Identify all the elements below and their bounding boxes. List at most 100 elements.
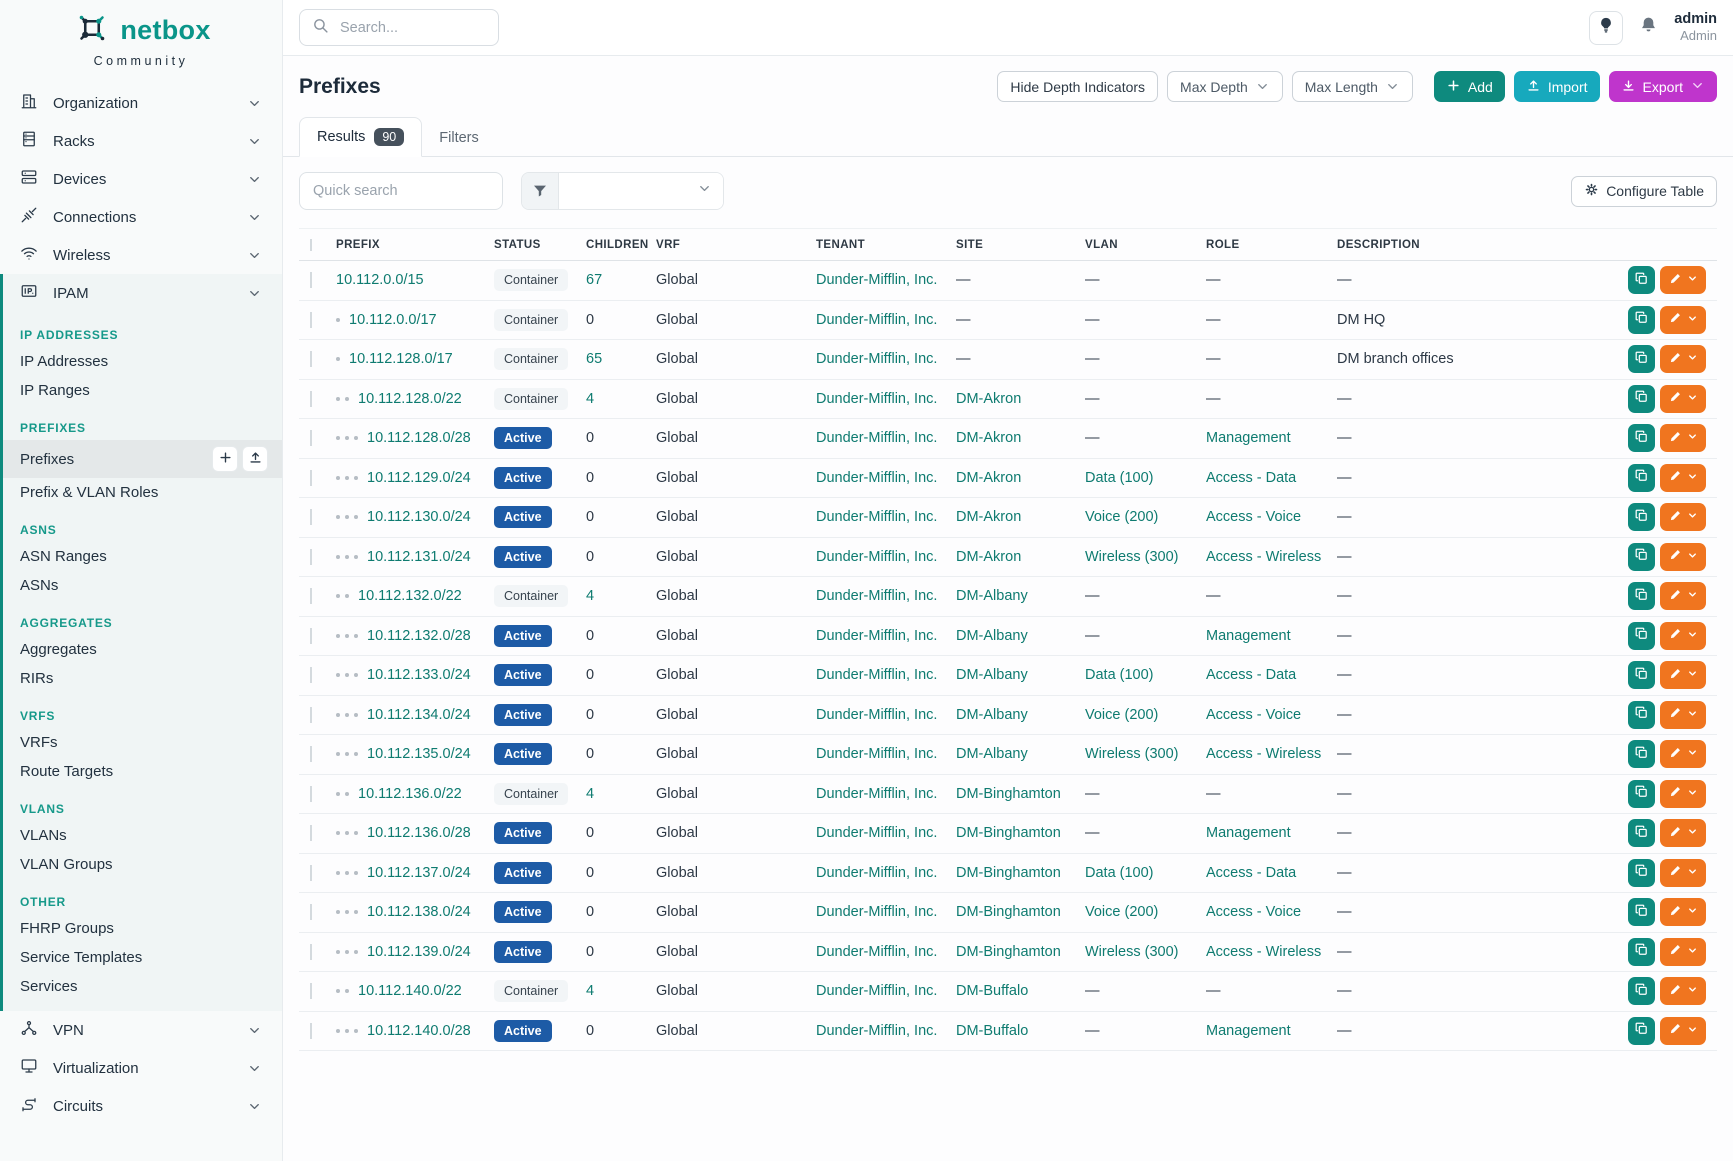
import-button[interactable]: Import xyxy=(1514,71,1600,102)
prefix-link[interactable]: 10.112.134.0/24 xyxy=(367,707,471,723)
prefix-link[interactable]: 10.112.128.0/28 xyxy=(367,430,471,446)
prefix-link[interactable]: 10.112.131.0/24 xyxy=(367,549,471,565)
clone-button[interactable] xyxy=(1628,385,1655,413)
search-input[interactable] xyxy=(338,19,478,37)
prefix-link[interactable]: 10.112.128.0/17 xyxy=(349,351,453,367)
role-link[interactable]: Access - Voice xyxy=(1206,707,1301,723)
children-count[interactable]: 4 xyxy=(586,786,594,802)
site-link[interactable]: DM-Akron xyxy=(956,430,1021,446)
vlan-link[interactable]: Data (100) xyxy=(1085,667,1154,683)
edit-split-button[interactable] xyxy=(1660,306,1706,334)
site-link[interactable]: DM-Buffalo xyxy=(956,1023,1028,1039)
edit-split-button[interactable] xyxy=(1660,661,1706,689)
row-checkbox[interactable] xyxy=(310,312,312,328)
site-link[interactable]: DM-Binghamton xyxy=(956,865,1061,881)
site-link[interactable]: DM-Albany xyxy=(956,707,1028,723)
clone-button[interactable] xyxy=(1628,582,1655,610)
column-header-site[interactable]: SITE xyxy=(956,239,1085,251)
tab-results[interactable]: Results 90 xyxy=(299,117,422,157)
sidebar-item-vlans[interactable]: VLANs xyxy=(3,821,282,850)
site-link[interactable]: DM-Akron xyxy=(956,470,1021,486)
clone-button[interactable] xyxy=(1628,661,1655,689)
edit-split-button[interactable] xyxy=(1660,898,1706,926)
sidebar-item-ip-addresses[interactable]: IP Addresses xyxy=(3,347,282,376)
vlan-link[interactable]: Data (100) xyxy=(1085,470,1154,486)
tenant-link[interactable]: Dunder-Mifflin, Inc. xyxy=(816,588,937,604)
clone-button[interactable] xyxy=(1628,622,1655,650)
export-dropdown-button[interactable]: Export xyxy=(1609,71,1717,102)
hide-depth-indicators-button[interactable]: Hide Depth Indicators xyxy=(997,71,1158,102)
tenant-link[interactable]: Dunder-Mifflin, Inc. xyxy=(816,509,937,525)
row-checkbox[interactable] xyxy=(310,707,312,723)
column-header-children[interactable]: CHILDREN xyxy=(586,239,656,251)
vlan-link[interactable]: Data (100) xyxy=(1085,865,1154,881)
upload-button[interactable] xyxy=(242,446,268,472)
user-menu[interactable]: admin Admin xyxy=(1674,11,1717,43)
sidebar-item-vpn[interactable]: VPN xyxy=(0,1011,282,1049)
vlan-link[interactable]: Voice (200) xyxy=(1085,707,1158,723)
role-link[interactable]: Management xyxy=(1206,430,1291,446)
edit-split-button[interactable] xyxy=(1660,977,1706,1005)
role-link[interactable]: Access - Wireless xyxy=(1206,944,1321,960)
clone-button[interactable] xyxy=(1628,424,1655,452)
sidebar-item-connections[interactable]: Connections xyxy=(0,198,282,236)
site-link[interactable]: DM-Buffalo xyxy=(956,983,1028,999)
plus-button[interactable] xyxy=(212,446,238,472)
sidebar-item-ip-ranges[interactable]: IP Ranges xyxy=(3,376,282,405)
row-checkbox[interactable] xyxy=(310,628,312,644)
column-header-tenant[interactable]: TENANT xyxy=(816,239,956,251)
tenant-link[interactable]: Dunder-Mifflin, Inc. xyxy=(816,628,937,644)
select-all-checkbox[interactable] xyxy=(310,239,312,251)
vlan-link[interactable]: Wireless (300) xyxy=(1085,549,1178,565)
edit-split-button[interactable] xyxy=(1660,385,1706,413)
site-link[interactable]: DM-Albany xyxy=(956,588,1028,604)
role-link[interactable]: Access - Wireless xyxy=(1206,549,1321,565)
prefix-link[interactable]: 10.112.140.0/22 xyxy=(358,983,462,999)
sidebar-item-circuits[interactable]: Circuits xyxy=(0,1087,282,1125)
clone-button[interactable] xyxy=(1628,464,1655,492)
sidebar-item-service-templates[interactable]: Service Templates xyxy=(3,943,282,972)
row-checkbox[interactable] xyxy=(310,865,312,881)
clone-button[interactable] xyxy=(1628,543,1655,571)
prefix-link[interactable]: 10.112.140.0/28 xyxy=(367,1023,471,1039)
prefix-link[interactable]: 10.112.135.0/24 xyxy=(367,746,471,762)
sidebar-item-route-targets[interactable]: Route Targets xyxy=(3,757,282,786)
tenant-link[interactable]: Dunder-Mifflin, Inc. xyxy=(816,944,937,960)
edit-split-button[interactable] xyxy=(1660,266,1706,294)
role-link[interactable]: Access - Data xyxy=(1206,667,1296,683)
configure-table-button[interactable]: Configure Table xyxy=(1571,176,1717,207)
site-link[interactable]: DM-Binghamton xyxy=(956,944,1061,960)
prefix-link[interactable]: 10.112.132.0/22 xyxy=(358,588,462,604)
clone-button[interactable] xyxy=(1628,1017,1655,1045)
row-checkbox[interactable] xyxy=(310,470,312,486)
clone-button[interactable] xyxy=(1628,503,1655,531)
clone-button[interactable] xyxy=(1628,938,1655,966)
sidebar-item-services[interactable]: Services xyxy=(3,972,282,1001)
edit-split-button[interactable] xyxy=(1660,543,1706,571)
row-checkbox[interactable] xyxy=(310,588,312,604)
site-link[interactable]: DM-Akron xyxy=(956,391,1021,407)
sidebar-item-virtualization[interactable]: Virtualization xyxy=(0,1049,282,1087)
edit-split-button[interactable] xyxy=(1660,424,1706,452)
prefix-link[interactable]: 10.112.128.0/22 xyxy=(358,391,462,407)
prefix-link[interactable]: 10.112.136.0/22 xyxy=(358,786,462,802)
role-link[interactable]: Access - Wireless xyxy=(1206,746,1321,762)
prefix-link[interactable]: 10.112.137.0/24 xyxy=(367,865,471,881)
row-checkbox[interactable] xyxy=(310,944,312,960)
edit-split-button[interactable] xyxy=(1660,938,1706,966)
row-checkbox[interactable] xyxy=(310,904,312,920)
clone-button[interactable] xyxy=(1628,977,1655,1005)
row-checkbox[interactable] xyxy=(310,667,312,683)
clone-button[interactable] xyxy=(1628,701,1655,729)
role-link[interactable]: Management xyxy=(1206,1023,1291,1039)
site-link[interactable]: DM-Albany xyxy=(956,628,1028,644)
site-link[interactable]: DM-Binghamton xyxy=(956,904,1061,920)
row-checkbox[interactable] xyxy=(310,391,312,407)
clone-button[interactable] xyxy=(1628,345,1655,373)
row-checkbox[interactable] xyxy=(310,351,312,367)
tenant-link[interactable]: Dunder-Mifflin, Inc. xyxy=(816,312,937,328)
row-checkbox[interactable] xyxy=(310,825,312,841)
row-checkbox[interactable] xyxy=(310,272,312,288)
prefix-link[interactable]: 10.112.139.0/24 xyxy=(367,944,471,960)
quick-search-input[interactable] xyxy=(299,172,503,210)
